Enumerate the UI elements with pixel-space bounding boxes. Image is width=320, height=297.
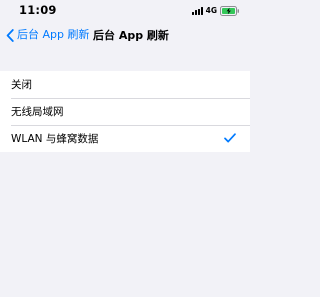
chevron-left-icon (6, 28, 14, 42)
status-bar: 11:09 4G (0, 0, 250, 22)
back-button-label: 后台 App 刷新 (17, 28, 90, 41)
option-label: WLAN 与蜂窝数据 (11, 133, 99, 145)
status-time: 11:09 (19, 3, 57, 17)
option-off[interactable]: 关闭 (0, 71, 250, 98)
option-list: 关闭 无线局域网 WLAN 与蜂窝数据 (0, 71, 250, 152)
navigation-bar: 后台 App 刷新 后台 App 刷新 (0, 24, 250, 50)
network-type-label: 4G (205, 6, 217, 16)
page-title: 后台 App 刷新 (93, 29, 169, 42)
signal-bars-icon (191, 7, 203, 15)
status-indicators: 4G (191, 5, 240, 17)
option-label: 关闭 (11, 79, 32, 91)
back-button[interactable]: 后台 App 刷新 (6, 28, 89, 42)
checkmark-icon (224, 133, 236, 143)
battery-charging-icon (220, 6, 240, 16)
option-label: 无线局域网 (11, 106, 64, 118)
option-wlan[interactable]: 无线局域网 (0, 98, 250, 125)
option-wlan-and-cellular[interactable]: WLAN 与蜂窝数据 (0, 125, 250, 152)
